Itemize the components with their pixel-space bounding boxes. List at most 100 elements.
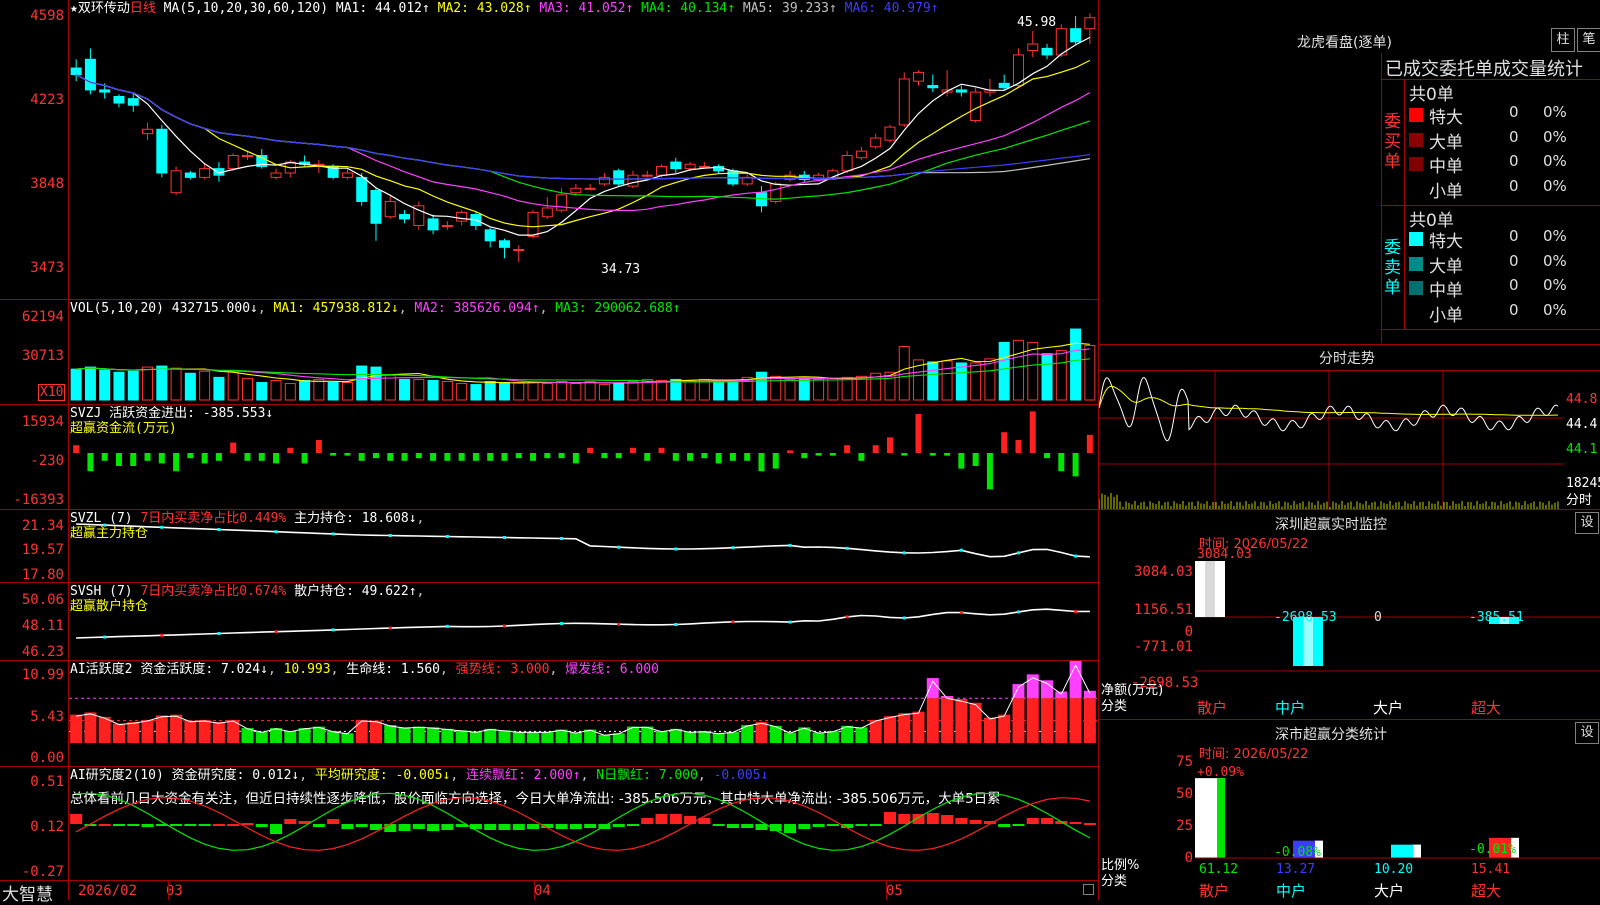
svsh-chart[interactable] bbox=[69, 583, 1097, 660]
research-bar bbox=[198, 824, 211, 826]
main-chart-area[interactable]: ★双环传动日线 MA(5,10,20,30,60,120) MA1: 44.01… bbox=[0, 0, 1099, 905]
research-bar bbox=[955, 818, 968, 824]
volume-bar bbox=[727, 379, 739, 401]
fund-flow-bar bbox=[387, 453, 394, 461]
monitor-category-label: 散户 bbox=[1197, 699, 1228, 717]
volume-bar bbox=[1041, 353, 1053, 401]
candle bbox=[99, 89, 111, 93]
volume-bar bbox=[384, 374, 396, 401]
volume-bar bbox=[927, 361, 939, 401]
intraday-volume-label: 分时 bbox=[1566, 493, 1593, 508]
candle bbox=[556, 194, 568, 211]
y-tick: -0.27 bbox=[21, 864, 64, 880]
tick-mode-button[interactable]: 笔 bbox=[1577, 28, 1600, 52]
monitor-y-tick: 3084.03 bbox=[1133, 564, 1193, 580]
intraday-tick: 44.1 bbox=[1566, 442, 1598, 457]
research-bar bbox=[883, 812, 896, 824]
classify-settings-button[interactable]: 设 bbox=[1575, 722, 1599, 744]
volume-bar bbox=[955, 362, 967, 401]
candle bbox=[584, 187, 596, 190]
candle bbox=[656, 165, 668, 176]
candle bbox=[127, 98, 139, 106]
activity-bar bbox=[327, 731, 340, 743]
monitor-y-tick: 1156.51 bbox=[1133, 602, 1193, 618]
svzl-line-dot bbox=[274, 530, 278, 534]
activity-bar bbox=[441, 728, 454, 743]
fund-flow-bar bbox=[1072, 453, 1079, 477]
volume-bar bbox=[341, 382, 353, 401]
candle bbox=[427, 218, 439, 231]
classify-value-label: 15.41 bbox=[1471, 862, 1511, 877]
research-bar bbox=[127, 824, 140, 826]
y-tick: 0.00 bbox=[30, 750, 64, 766]
svsh-line-dot bbox=[788, 620, 792, 624]
lock-icon[interactable] bbox=[1083, 884, 1094, 895]
fund-flow-bar bbox=[101, 453, 108, 461]
activity-bar bbox=[784, 732, 797, 743]
volume-bar bbox=[1027, 341, 1039, 401]
vol-unit-badge[interactable]: X10 bbox=[38, 384, 66, 401]
activity-bar bbox=[1026, 698, 1039, 743]
activity-bar bbox=[198, 719, 211, 743]
fund-flow-bar bbox=[430, 453, 437, 461]
svsh-line-dot bbox=[217, 632, 221, 635]
activity-bar bbox=[726, 731, 739, 743]
sell-percent: 0% bbox=[1543, 300, 1567, 319]
research-bar bbox=[998, 824, 1011, 827]
classify-category-label: 散户 bbox=[1199, 882, 1230, 900]
research-bar bbox=[384, 824, 397, 832]
volume-chart[interactable] bbox=[69, 300, 1097, 404]
classify-y-tick: 75 bbox=[1176, 754, 1193, 770]
price-chart[interactable] bbox=[69, 0, 1097, 299]
svzl-line-dot bbox=[217, 528, 221, 531]
svzl-line-dot bbox=[902, 551, 906, 555]
classify-category-label: 大户 bbox=[1374, 882, 1405, 900]
buy-color-swatch bbox=[1409, 157, 1423, 171]
activity-bar bbox=[826, 731, 839, 743]
monitor-settings-button[interactable]: 设 bbox=[1575, 512, 1599, 534]
svzl-line-dot bbox=[1074, 554, 1078, 558]
svzj-chart[interactable] bbox=[69, 405, 1097, 509]
monitor-category-label: 中户 bbox=[1275, 699, 1306, 717]
candle bbox=[641, 174, 653, 177]
activity-bar bbox=[926, 698, 939, 743]
candle bbox=[1027, 43, 1039, 52]
app-logo[interactable]: 大智慧 bbox=[2, 880, 53, 905]
ai-active-chart[interactable] bbox=[69, 661, 1097, 766]
activity-bar bbox=[512, 731, 525, 743]
research-bar bbox=[312, 824, 325, 827]
research-bar bbox=[926, 813, 939, 824]
volume-bar bbox=[241, 377, 253, 401]
monitor-chart[interactable] bbox=[1195, 555, 1600, 695]
fund-flow-bar bbox=[544, 453, 551, 459]
volume-bar bbox=[970, 362, 982, 401]
buy-count: 0 bbox=[1509, 176, 1519, 195]
classify-value-label: 10.20 bbox=[1374, 862, 1414, 877]
activity-bar bbox=[812, 732, 825, 743]
volume-bar bbox=[170, 367, 182, 401]
volume-bar bbox=[627, 380, 639, 401]
research-bar bbox=[441, 824, 454, 830]
y-tick: -230 bbox=[30, 453, 64, 469]
ai-research-chart[interactable] bbox=[69, 767, 1097, 880]
sell-color-swatch bbox=[1409, 281, 1423, 295]
bar-mode-button[interactable]: 柱 bbox=[1551, 28, 1575, 52]
classify-y-label: 比例% bbox=[1101, 858, 1140, 873]
buy-category-label: 小单 bbox=[1429, 181, 1463, 202]
activity-bar bbox=[669, 728, 682, 743]
fund-flow-bar bbox=[1029, 411, 1036, 453]
svzl-chart[interactable] bbox=[69, 510, 1097, 582]
volume-bar bbox=[1084, 344, 1096, 401]
svzl-line-dot bbox=[731, 546, 735, 550]
activity-bar bbox=[684, 731, 697, 743]
research-bar bbox=[112, 824, 125, 826]
volume-bar bbox=[613, 383, 625, 401]
research-bar bbox=[941, 815, 954, 824]
volume-bar bbox=[227, 370, 239, 401]
activity-bar bbox=[955, 698, 968, 743]
candle bbox=[156, 128, 168, 174]
intraday-chart[interactable] bbox=[1099, 371, 1564, 509]
volume-bar bbox=[755, 371, 767, 401]
sell-count: 0 bbox=[1509, 251, 1519, 270]
activity-bar bbox=[1069, 698, 1082, 743]
